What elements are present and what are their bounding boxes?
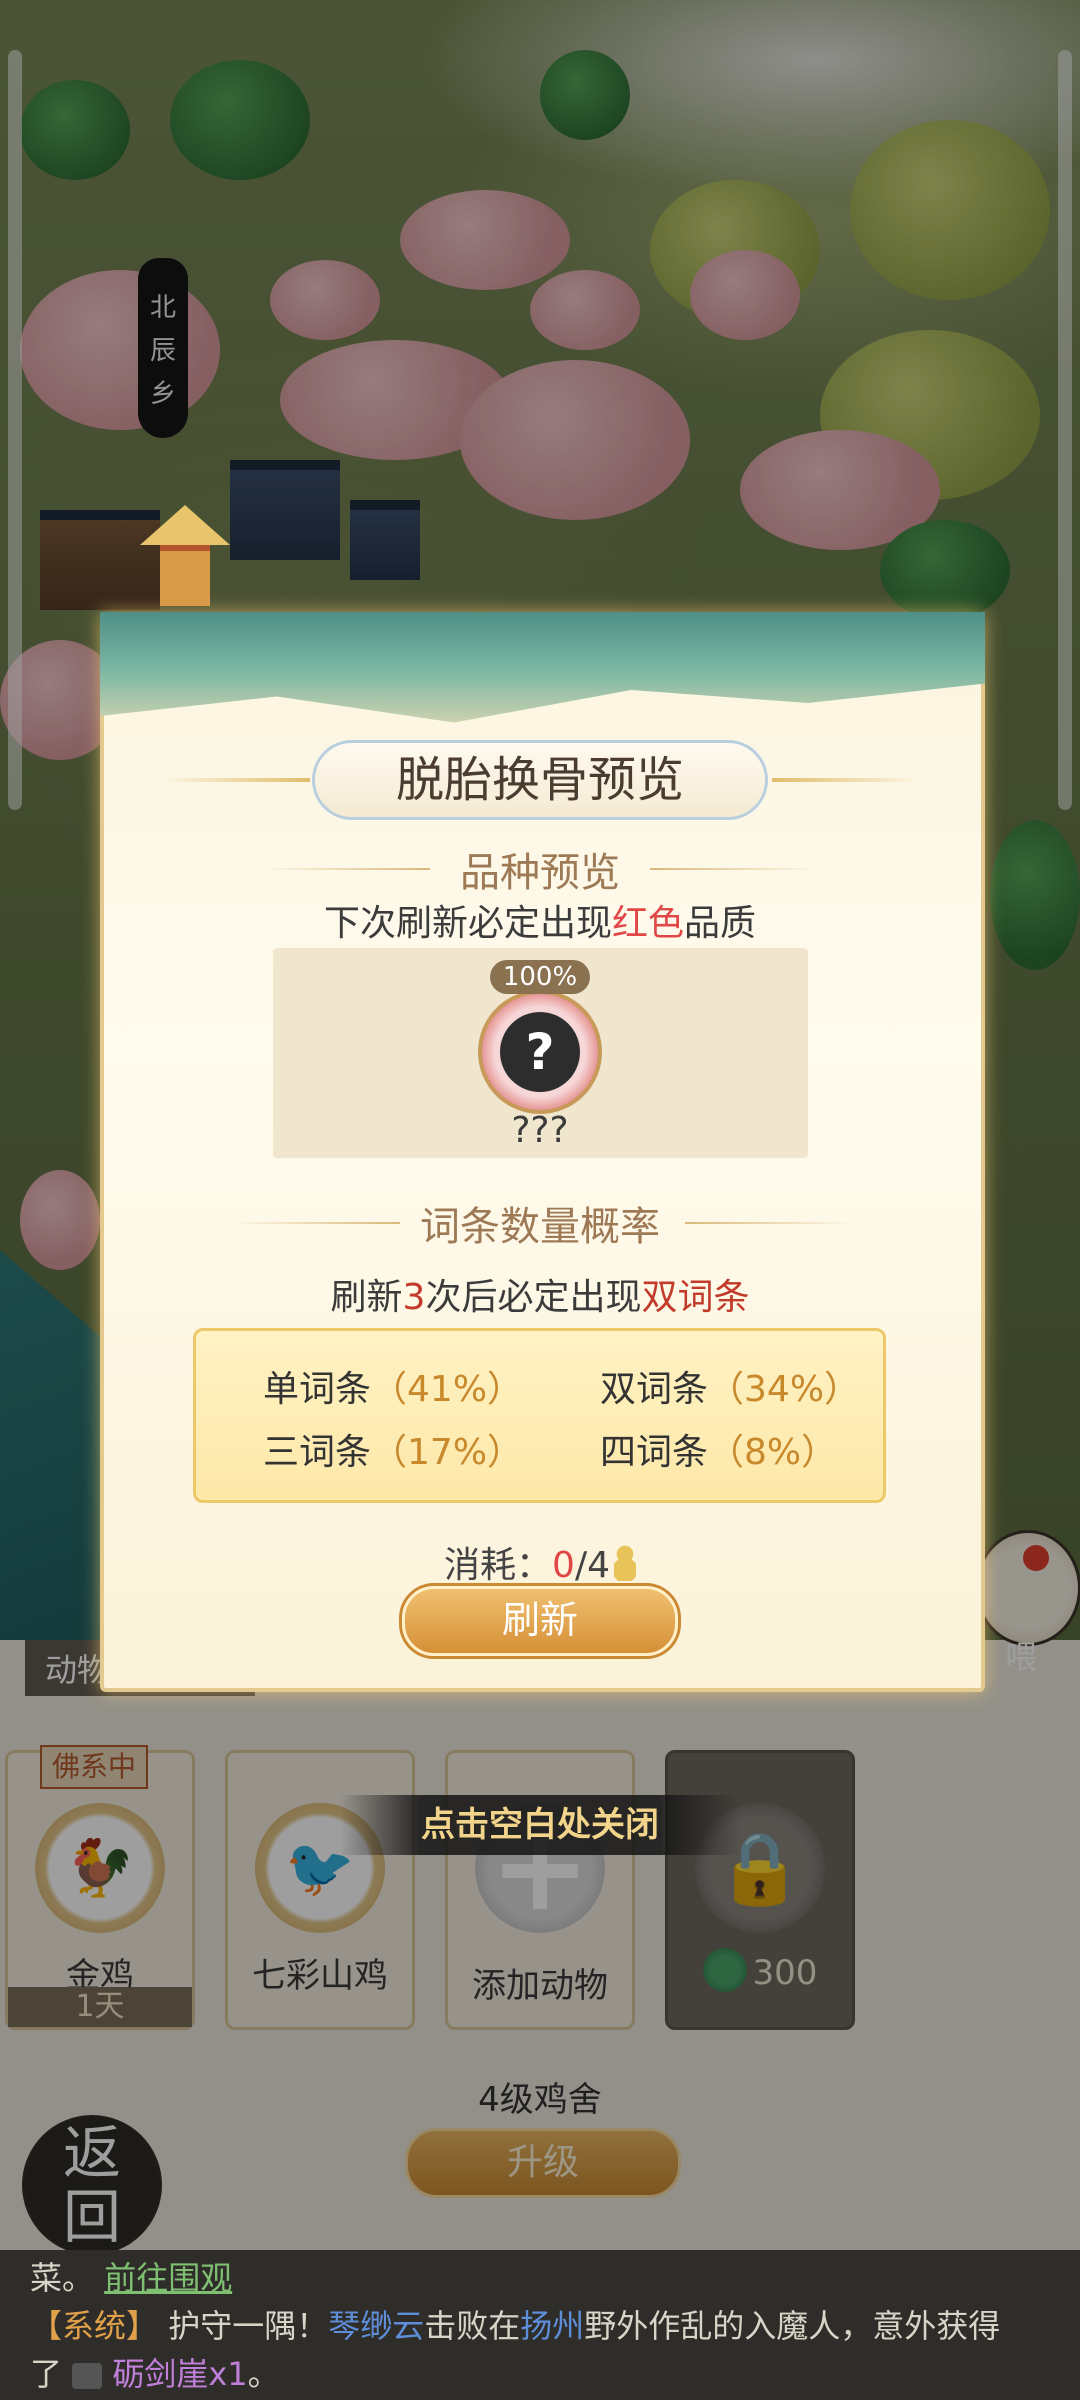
dialog-title: 脱胎换骨预览 bbox=[312, 740, 768, 820]
chat-text: 。 bbox=[247, 2355, 280, 2393]
player-name[interactable]: 琴缈云 bbox=[328, 2307, 424, 2345]
chat-feed[interactable]: 菜。 前往围观 【系统】 护守一隅！琴缈云击败在扬州野外作乱的入魔人，意外获得 … bbox=[0, 2250, 1080, 2400]
prob-quad: 四词条（8%） bbox=[600, 1423, 837, 1475]
prob-triple: 三词条（17%） bbox=[263, 1423, 523, 1475]
prob-label: 三词条 bbox=[263, 1432, 372, 1473]
prob-label: 双词条 bbox=[600, 1369, 709, 1410]
hint-text: 品质 bbox=[684, 903, 757, 944]
hint-highlight: 双词条 bbox=[641, 1277, 750, 1318]
pavilion-body bbox=[160, 545, 210, 606]
item-name[interactable]: 砺剑崖x1 bbox=[112, 2355, 247, 2393]
prob-single: 单词条（41%） bbox=[263, 1360, 523, 1412]
hint-text: 刷新 bbox=[330, 1277, 403, 1318]
trait-hint: 刷新3次后必定出现双词条 bbox=[0, 1268, 1080, 1320]
trait-probability-heading: 词条数量概率 bbox=[420, 1204, 660, 1250]
prob-double: 双词条（34%） bbox=[600, 1360, 860, 1412]
title-ornament-left bbox=[160, 778, 310, 782]
mystery-name: ??? bbox=[511, 1110, 569, 1151]
hint-highlight: 红色 bbox=[611, 903, 684, 944]
chat-text: 击败在 bbox=[424, 2307, 521, 2345]
place-name[interactable]: 扬州 bbox=[520, 2307, 584, 2345]
cost-current: 0 bbox=[552, 1545, 575, 1586]
chat-line: 【系统】 护守一隅！琴缈云击败在扬州野外作乱的入魔人，意外获得 bbox=[30, 2302, 1050, 2350]
go-watch-link[interactable]: 前往围观 bbox=[104, 2259, 232, 2297]
item-icon bbox=[72, 2363, 103, 2389]
hint-count: 3 bbox=[402, 1277, 426, 1318]
probability-panel bbox=[193, 1328, 886, 1503]
chat-text: 护守一隅！ bbox=[168, 2307, 329, 2345]
chat-line: 菜。 前往围观 bbox=[30, 2254, 1050, 2302]
title-ornament-right bbox=[772, 778, 922, 782]
variety-hint: 下次刷新必定出现红色品质 bbox=[0, 894, 1080, 946]
close-hint: 点击空白处关闭 bbox=[340, 1795, 740, 1855]
prob-value: （17%） bbox=[371, 1432, 524, 1473]
cost-total: /4 bbox=[574, 1545, 610, 1586]
gourd-icon bbox=[613, 1545, 636, 1581]
chat-text: 了 bbox=[30, 2355, 63, 2393]
prob-value: （8%） bbox=[708, 1432, 838, 1473]
chat-text: 野外作乱的入魔人，意外获得 bbox=[584, 2307, 1001, 2345]
prob-label: 四词条 bbox=[600, 1432, 709, 1473]
hint-text: 次后必定出现 bbox=[425, 1277, 642, 1318]
hint-text: 下次刷新必定出现 bbox=[323, 903, 612, 944]
chat-line: 了 砺剑崖x1。 bbox=[30, 2350, 1050, 2398]
refresh-button[interactable]: 刷新 bbox=[402, 1586, 678, 1656]
mystery-chicken-icon: ? bbox=[500, 1012, 580, 1092]
variety-preview-heading: 品种预览 bbox=[460, 850, 620, 896]
prob-value: （41%） bbox=[371, 1369, 524, 1410]
system-tag: 【系统】 bbox=[30, 2307, 159, 2345]
cost-label: 消耗： bbox=[444, 1545, 553, 1586]
cost-line: 消耗：0/4 bbox=[0, 1536, 1080, 1588]
prob-value: （34%） bbox=[708, 1369, 861, 1410]
prob-label: 单词条 bbox=[263, 1369, 372, 1410]
pavilion-ornament bbox=[140, 505, 230, 606]
probability-badge: 100% bbox=[490, 960, 590, 994]
pavilion-roof bbox=[140, 505, 230, 545]
mystery-chicken-slot[interactable]: ? bbox=[478, 990, 602, 1114]
chat-text: 菜。 bbox=[30, 2259, 95, 2297]
